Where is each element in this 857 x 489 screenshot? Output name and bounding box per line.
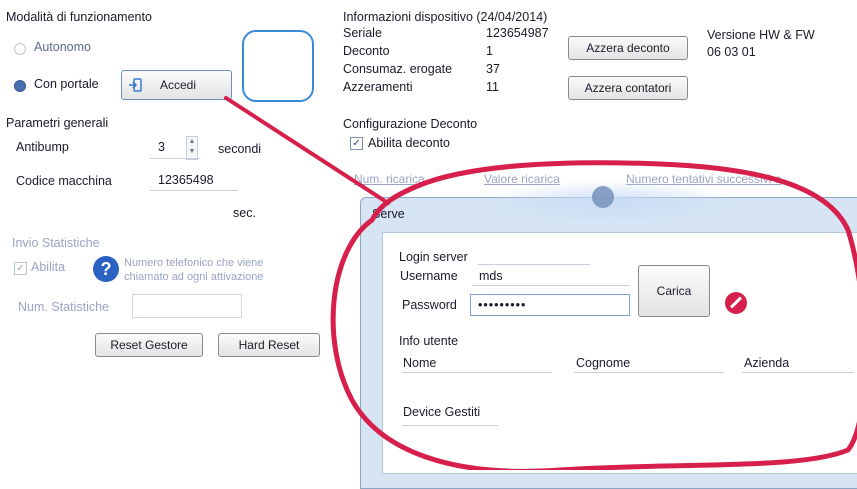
annotation-overlay [224, 96, 857, 470]
annotation-arrow-line [224, 96, 390, 205]
annotation-circle [330, 160, 857, 470]
